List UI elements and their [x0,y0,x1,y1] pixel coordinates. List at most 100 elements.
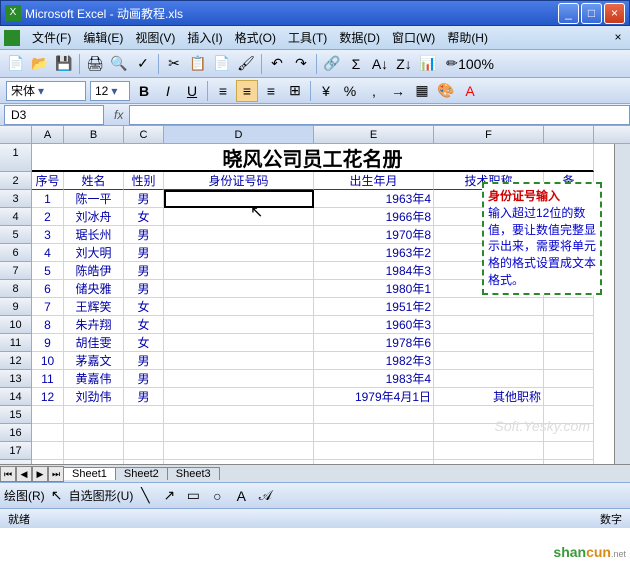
cell[interactable] [164,424,314,442]
cell[interactable] [434,370,544,388]
cell[interactable] [124,460,164,464]
fx-label[interactable]: fx [108,108,129,122]
autoshape-menu[interactable]: 自选图形(U) [69,487,134,504]
cell[interactable] [544,316,594,334]
align-left-button[interactable]: ≡ [212,80,234,102]
cell[interactable]: 8 [32,316,64,334]
tab-sheet2[interactable]: Sheet2 [115,467,168,480]
sort-asc-button[interactable]: A↓ [369,53,391,75]
cell[interactable]: 刘大明 [64,244,124,262]
cell[interactable]: 储央雅 [64,280,124,298]
cell[interactable]: 1979年4月1日 [314,388,434,406]
link-button[interactable]: 🔗 [321,53,343,75]
cell[interactable]: 1980年1 [314,280,434,298]
cell[interactable]: 性别 [124,172,164,190]
cell[interactable] [164,460,314,464]
cell[interactable] [164,280,314,298]
bold-button[interactable]: B [133,80,155,102]
tab-nav-next[interactable]: ▶ [32,466,48,482]
col-header-c[interactable]: C [124,126,164,143]
paste-button[interactable]: 📄 [211,53,233,75]
cell[interactable]: 12 [32,388,64,406]
cell[interactable] [64,442,124,460]
open-button[interactable]: 📂 [29,53,51,75]
row-header[interactable]: 1 [0,144,32,172]
cell[interactable] [164,334,314,352]
redo-button[interactable]: ↷ [290,53,312,75]
cell[interactable] [544,334,594,352]
row-header[interactable]: 7 [0,262,32,280]
cell[interactable] [314,442,434,460]
menu-help[interactable]: 帮助(H) [441,29,494,46]
tab-sheet1[interactable]: Sheet1 [63,467,116,480]
italic-button[interactable]: I [157,80,179,102]
tab-sheet3[interactable]: Sheet3 [167,467,220,480]
tab-nav-first[interactable]: ⏮ [0,466,16,482]
save-button[interactable]: 💾 [53,53,75,75]
currency-button[interactable]: ¥ [315,80,337,102]
cell[interactable]: 朱卉翔 [64,316,124,334]
cell[interactable]: 6 [32,280,64,298]
cell[interactable]: 1 [32,190,64,208]
fillcolor-button[interactable]: 🎨 [435,80,457,102]
cell[interactable]: 1960年3 [314,316,434,334]
menu-window[interactable]: 窗口(W) [386,29,441,46]
col-header-e[interactable]: E [314,126,434,143]
cell[interactable] [314,424,434,442]
cell[interactable]: 1963年2 [314,244,434,262]
close-button[interactable]: × [604,3,625,24]
cell[interactable]: 出生年月 [314,172,434,190]
spell-button[interactable]: ✓ [132,53,154,75]
col-header-d[interactable]: D [164,126,314,143]
cell[interactable] [164,226,314,244]
cell[interactable]: 陈一平 [64,190,124,208]
row-header[interactable]: 18 [0,460,32,464]
cell[interactable]: 姓名 [64,172,124,190]
col-header-f[interactable]: F [434,126,544,143]
cell[interactable]: 2 [32,208,64,226]
row-header[interactable]: 11 [0,334,32,352]
tab-nav-last[interactable]: ⏭ [48,466,64,482]
cell[interactable] [64,406,124,424]
col-header-a[interactable]: A [32,126,64,143]
row-header[interactable]: 3 [0,190,32,208]
cell[interactable]: 胡佳雯 [64,334,124,352]
spreadsheet-grid[interactable]: A B C D E F 1晓风公司员工花名册2序号姓名性别身份证号码出生年月技术… [0,126,630,464]
font-select[interactable]: 宋体▾ [6,81,86,101]
cell[interactable] [434,442,544,460]
col-header-g[interactable] [544,126,594,143]
cell[interactable]: 1951年2 [314,298,434,316]
percent-button[interactable]: % [339,80,361,102]
fontcolor-button[interactable]: A [459,80,481,102]
menu-data[interactable]: 数据(D) [333,29,386,46]
sort-desc-button[interactable]: Z↓ [393,53,415,75]
name-box[interactable]: D3 [4,105,104,125]
draw-menu[interactable]: 绘图(R) [4,487,45,504]
cell[interactable] [434,352,544,370]
select-all-corner[interactable] [0,126,32,144]
cell[interactable] [314,406,434,424]
row-header[interactable]: 10 [0,316,32,334]
cell[interactable] [32,442,64,460]
oval-button[interactable]: ○ [206,485,228,507]
line-button[interactable]: ╲ [134,485,156,507]
cell[interactable] [164,370,314,388]
cell[interactable]: 琚长州 [64,226,124,244]
cell[interactable]: 男 [124,280,164,298]
minimize-button[interactable]: _ [558,3,579,24]
row-header[interactable]: 6 [0,244,32,262]
cell[interactable]: 1963年4 [314,190,434,208]
cell[interactable]: 1984年3 [314,262,434,280]
menu-format[interactable]: 格式(O) [229,29,282,46]
cell[interactable]: 11 [32,370,64,388]
cell[interactable]: 刘劲伟 [64,388,124,406]
row-header[interactable]: 13 [0,370,32,388]
cell[interactable] [544,298,594,316]
cell[interactable] [124,424,164,442]
cut-button[interactable]: ✂ [163,53,185,75]
cell[interactable] [64,460,124,464]
menu-tools[interactable]: 工具(T) [282,29,333,46]
border-button[interactable]: ▦ [411,80,433,102]
cell[interactable] [544,460,594,464]
cell[interactable] [164,298,314,316]
